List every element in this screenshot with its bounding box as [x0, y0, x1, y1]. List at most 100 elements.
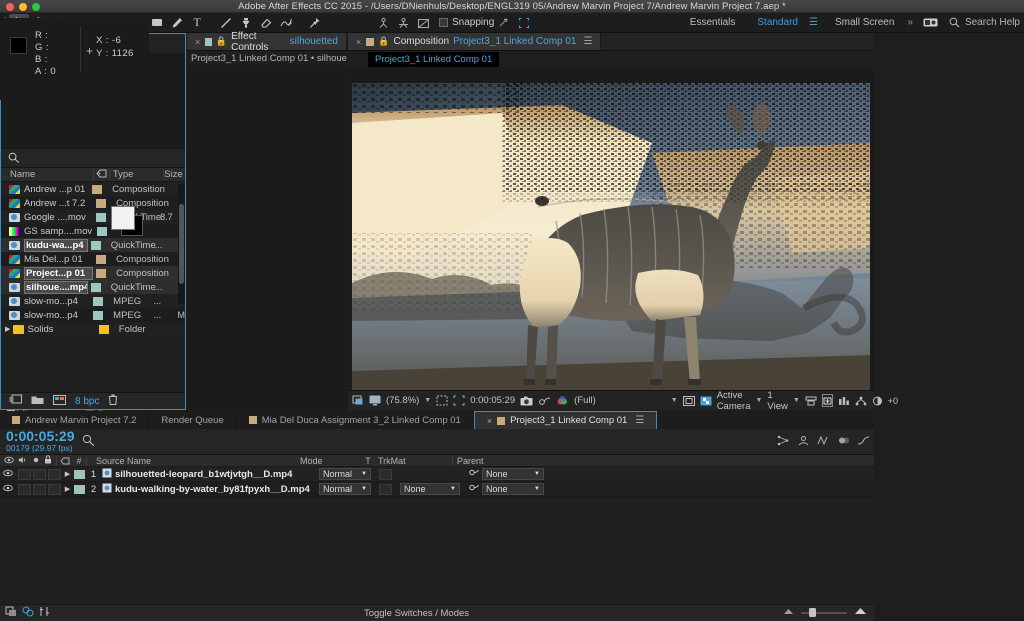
- delete-icon[interactable]: [108, 394, 118, 408]
- timeline-tab-1[interactable]: Render Queue: [149, 411, 237, 429]
- region-of-interest-icon[interactable]: [453, 394, 465, 407]
- project-item-row[interactable]: silhoue....mp4QuickTime...M: [1, 280, 185, 294]
- resolution-chevron-down-icon[interactable]: ▼: [671, 397, 678, 404]
- anchor-symmetry-tool[interactable]: [393, 14, 413, 32]
- always-preview-icon[interactable]: [352, 394, 364, 407]
- composition-mini-flowchart-icon[interactable]: [777, 435, 790, 449]
- snapping-toggle[interactable]: Snapping: [439, 17, 494, 28]
- timeline-column-headers[interactable]: # Source Name Mode T TrkMat Parent: [0, 455, 874, 467]
- audio-icon[interactable]: [18, 456, 28, 466]
- close-icon[interactable]: ×: [356, 37, 361, 47]
- zoom-in-icon[interactable]: [854, 607, 867, 619]
- timeline-layer-rows[interactable]: ▶ 1 silhouetted-leopard_b1wtjvtgh__D.mp4 No…: [0, 467, 874, 497]
- camera-chevron-down-icon[interactable]: ▼: [755, 397, 762, 404]
- layer-parent[interactable]: None ▼: [482, 468, 544, 480]
- project-item-row[interactable]: Mia Del...p 01 Composition: [1, 252, 185, 266]
- timeline-search-icon[interactable]: [78, 434, 95, 450]
- zoom-out-icon[interactable]: [783, 607, 794, 619]
- solo-icon[interactable]: [32, 456, 40, 466]
- effect-controls-panel[interactable]: × 🔒 Effect Controls silhouetted Project3…: [187, 31, 347, 410]
- layer-preserve-transparency[interactable]: [379, 483, 392, 495]
- layer-lock-toggle[interactable]: [48, 468, 61, 480]
- clone-stamp-tool[interactable]: [236, 14, 256, 32]
- expand-collapse-icon[interactable]: [22, 606, 34, 620]
- project-settings-icon[interactable]: [53, 394, 66, 408]
- layer-visibility-icon[interactable]: [0, 469, 16, 480]
- channel-rgb-icon[interactable]: [556, 394, 569, 407]
- exposure-value[interactable]: +0: [888, 396, 898, 406]
- workspace-menu-icon[interactable]: ☰: [809, 17, 824, 28]
- layer-lock-toggle[interactable]: [48, 483, 61, 495]
- project-item-name[interactable]: Andrew ...p 01: [24, 184, 89, 195]
- composition-timecode[interactable]: 0:00:05:29: [470, 395, 515, 406]
- fast-previews-icon[interactable]: [821, 394, 833, 407]
- pixel-aspect-correction-icon[interactable]: [805, 394, 817, 407]
- project-item-label-swatch[interactable]: [96, 268, 107, 278]
- motion-blur-icon[interactable]: [837, 435, 850, 449]
- timeline-tab-2[interactable]: Mia Del Duca Assignment 3_2 Linked Comp …: [236, 411, 474, 429]
- project-item-label-swatch[interactable]: [92, 184, 103, 194]
- roto-brush-tool[interactable]: [276, 14, 296, 32]
- parent-pickwhip-icon[interactable]: [466, 483, 482, 495]
- layer-audio-toggle[interactable]: [18, 483, 31, 495]
- snap-bounds-icon[interactable]: [514, 14, 534, 32]
- tools-toolbar[interactable]: T Snapping Essentials Standard ☰ Small S…: [0, 13, 1024, 33]
- lock-icon[interactable]: 🔒: [378, 36, 389, 47]
- timeline-panel[interactable]: Andrew Marvin Project 7.2 Render Queue Mia…: [0, 411, 874, 621]
- project-item-label-swatch[interactable]: [90, 240, 101, 250]
- project-item-row[interactable]: Google ....movQuickTime8.7: [1, 210, 185, 224]
- graph-toggle-icon[interactable]: [39, 606, 50, 620]
- project-item-name[interactable]: Google ....mov: [24, 212, 93, 223]
- target-region-icon[interactable]: [682, 394, 695, 407]
- workspace-small-screen[interactable]: Small Screen: [824, 13, 905, 33]
- snap-arrow-icon[interactable]: [494, 14, 514, 32]
- composition-flowchart-icon[interactable]: [855, 394, 867, 407]
- workspace-overflow-icon[interactable]: »: [905, 17, 921, 28]
- project-item-label-swatch[interactable]: [96, 254, 107, 264]
- layer-track-matte[interactable]: None ▼: [400, 483, 460, 495]
- layer-blend-mode[interactable]: Normal ▼: [319, 483, 371, 495]
- show-snapshot-icon[interactable]: [538, 394, 551, 407]
- toggle-transparency-grid-icon[interactable]: [700, 394, 712, 407]
- brush-tool[interactable]: [216, 14, 236, 32]
- close-icon[interactable]: ×: [195, 37, 200, 47]
- layer-parent[interactable]: None ▼: [482, 483, 544, 495]
- timeline-layer-row[interactable]: ▶ 1 silhouetted-leopard_b1wtjvtgh__D.mp4 No…: [0, 467, 874, 482]
- source-name-column[interactable]: Source Name: [86, 455, 296, 466]
- workspace-adapt-icon[interactable]: [921, 14, 941, 32]
- new-folder-icon[interactable]: [31, 395, 44, 408]
- layer-preserve-transparency[interactable]: [379, 468, 392, 480]
- timeline-link-icon[interactable]: [838, 394, 850, 407]
- folder-expand-triangle-icon[interactable]: ▶: [5, 325, 12, 333]
- composition-subtab-row[interactable]: Project3_1 Linked Comp 01: [348, 51, 874, 67]
- project-item-list[interactable]: Andrew ...p 01Composition⑂Andrew ...t 7.…: [1, 182, 185, 362]
- monitor-icon[interactable]: [369, 394, 381, 407]
- composition-tabbar[interactable]: × 🔒 Composition Project3_1 Linked Comp 0…: [348, 33, 874, 51]
- project-search-row[interactable]: [1, 148, 185, 168]
- project-item-row[interactable]: slow-mo...p4MPEG...M: [1, 308, 185, 322]
- project-item-label-swatch[interactable]: [98, 324, 109, 334]
- composition-panel-menu-icon[interactable]: ☰: [584, 36, 593, 47]
- bit-depth-label[interactable]: 8 bpc: [75, 396, 99, 407]
- mode-column[interactable]: Mode: [296, 456, 358, 466]
- project-item-name[interactable]: Mia Del...p 01: [24, 254, 93, 265]
- project-item-label-swatch[interactable]: [96, 212, 107, 222]
- hide-shy-layers-icon[interactable]: [797, 435, 810, 449]
- puppet-pin-tool[interactable]: [305, 14, 325, 32]
- layer-blend-mode[interactable]: Normal ▼: [319, 468, 371, 480]
- active-composition-tab[interactable]: Project3_1 Linked Comp 01: [368, 51, 500, 67]
- exposure-reset-icon[interactable]: [872, 394, 883, 407]
- toggle-switches-modes-icon[interactable]: [5, 606, 17, 620]
- current-timecode[interactable]: 0:00:05:29: [0, 429, 78, 443]
- project-column-headers[interactable]: Name Type Size: [1, 168, 185, 182]
- project-item-row[interactable]: ▶ Solids Folder: [1, 322, 185, 336]
- project-item-name[interactable]: Andrew ...t 7.2: [24, 198, 93, 209]
- project-item-name[interactable]: GS samp....mov: [24, 226, 94, 237]
- lock-icon[interactable]: 🔒: [216, 36, 227, 47]
- frame-blending-icon[interactable]: [817, 435, 830, 449]
- snapshot-camera-icon[interactable]: [520, 394, 533, 407]
- column-name[interactable]: Name: [1, 169, 93, 180]
- toggle-switches-modes-label[interactable]: Toggle Switches / Modes: [364, 608, 469, 619]
- timeline-tab-3[interactable]: × Project3_1 Linked Comp 01 ☰: [473, 411, 658, 429]
- project-item-row[interactable]: slow-mo...p4MPEG...M: [1, 294, 185, 308]
